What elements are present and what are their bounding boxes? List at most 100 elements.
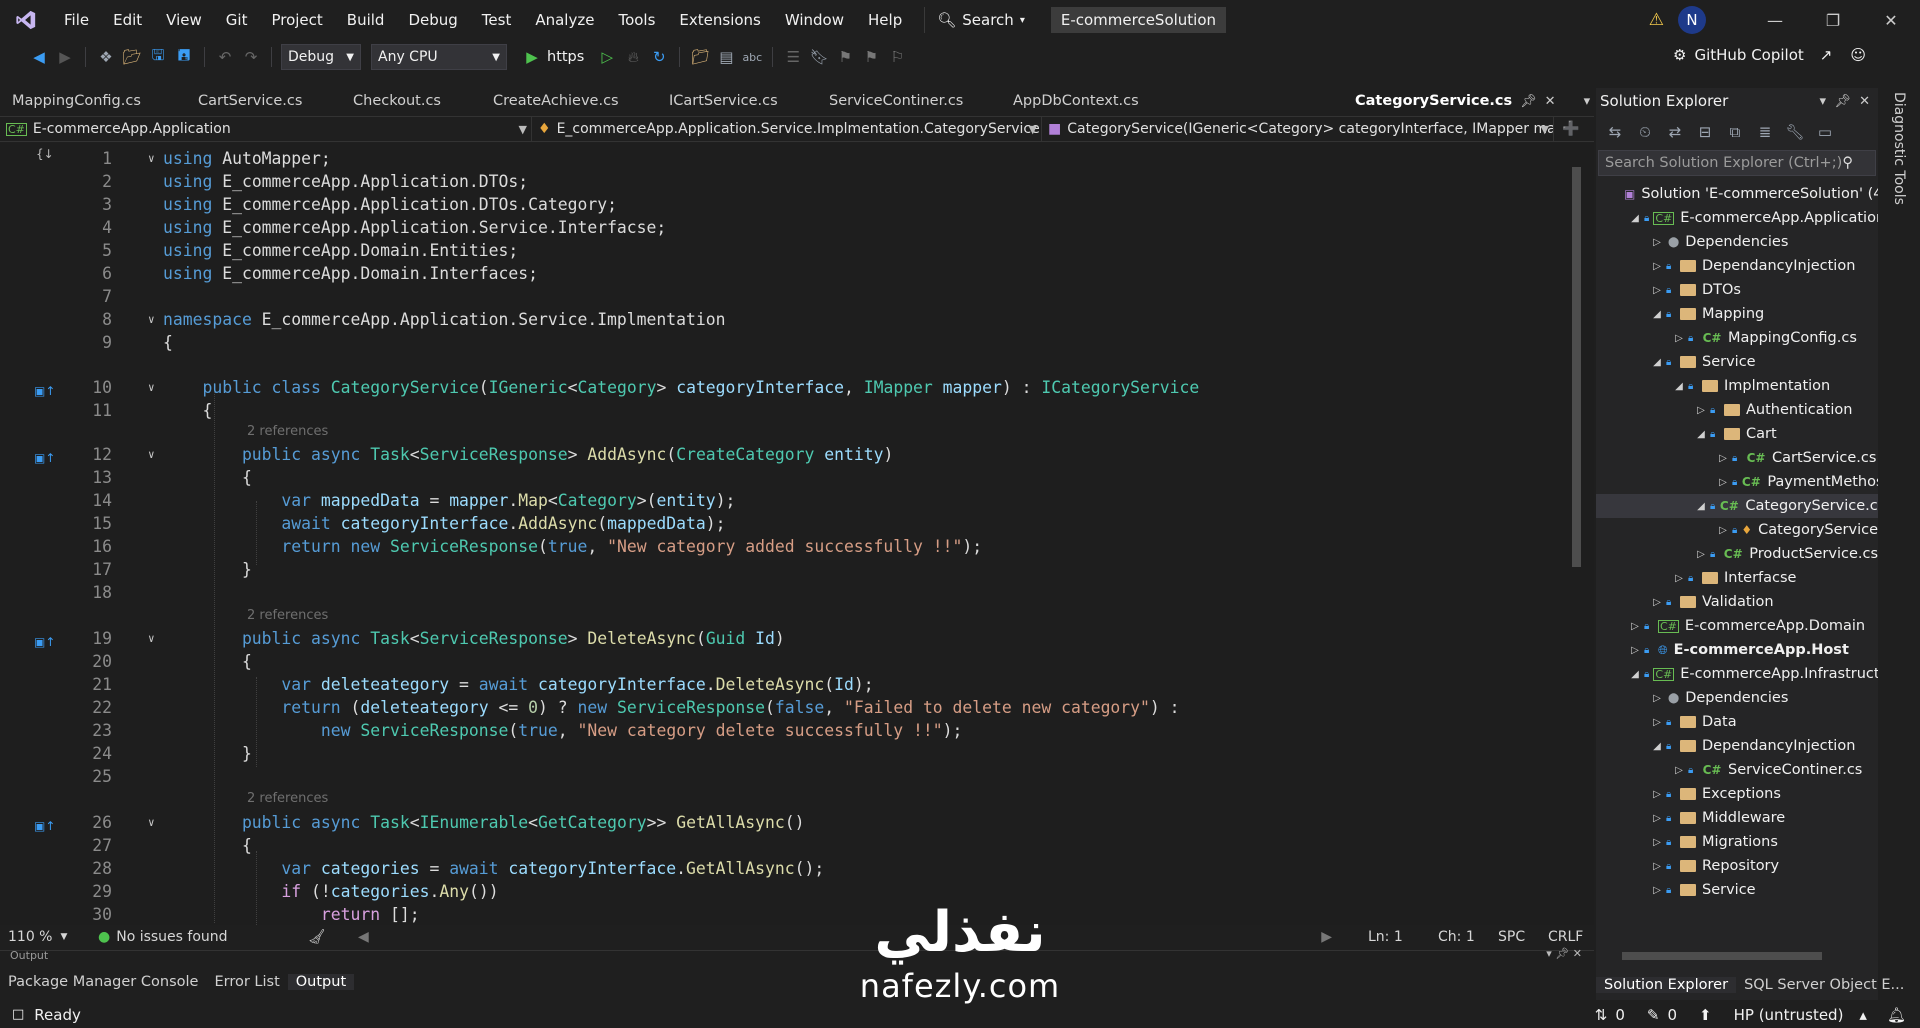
fold-chevron-icon[interactable]: ∨ <box>148 376 155 399</box>
expanded-chevron-icon[interactable]: ◢ <box>1650 741 1664 752</box>
tab-servicecontiner[interactable]: ServiceContiner.cs <box>817 88 1001 114</box>
repo-icon[interactable]: ⬆ <box>1699 1006 1712 1024</box>
fold-chevron-icon[interactable]: ∨ <box>148 308 155 331</box>
menu-project[interactable]: Project <box>259 0 334 40</box>
collapsed-chevron-icon[interactable]: ▷ <box>1650 717 1664 728</box>
tab-appdbcontext[interactable]: AppDbContext.cs <box>1001 88 1181 114</box>
search-box[interactable]: 🔍︎ Search ▾ <box>924 7 1037 33</box>
collapsed-chevron-icon[interactable]: ▷ <box>1650 285 1664 296</box>
code-line[interactable]: 17 } <box>0 558 1560 581</box>
menu-analyze[interactable]: Analyze <box>523 0 606 40</box>
diagnostic-tools-tab[interactable]: Diagnostic Tools <box>1891 92 1907 205</box>
solution-explorer-search-input[interactable]: Search Solution Explorer (Ctrl+;) ⚲ <box>1598 150 1876 176</box>
fold-chevron-icon[interactable]: ∨ <box>148 443 155 466</box>
code-line[interactable]: ▣↑ 12 ∨ public async Task<ServiceResponse>… <box>0 443 1560 466</box>
code-line[interactable]: 24 } <box>0 742 1560 765</box>
code-line[interactable]: 8 ∨ namespace E_commerceApp.Application.Se… <box>0 308 1560 331</box>
expanded-chevron-icon[interactable]: ◢ <box>1628 669 1642 680</box>
fold-chevron-icon[interactable]: ∨ <box>148 627 155 650</box>
fold-chevron-icon[interactable]: ∨ <box>148 147 155 170</box>
tab-icartservice[interactable]: ICartService.cs <box>657 88 817 114</box>
split-editor-icon[interactable]: ➕ <box>1562 121 1579 137</box>
collapsed-chevron-icon[interactable]: ▷ <box>1628 645 1642 656</box>
tree-node[interactable]: ◢ 🔒︎ Mapping <box>1596 302 1878 326</box>
code-cleanup-button[interactable]: 🧹︎ <box>300 926 350 948</box>
collapsed-chevron-icon[interactable]: ▷ <box>1628 621 1642 632</box>
collapsed-chevron-icon[interactable]: ▷ <box>1650 885 1664 896</box>
tree-node[interactable]: ▷ 🔒︎ Data <box>1596 710 1878 734</box>
column-indicator[interactable]: Ch: 1 <box>1430 926 1490 948</box>
whitespace-indicator[interactable]: SPC <box>1490 926 1540 948</box>
collapsed-chevron-icon[interactable]: ▷ <box>1716 525 1730 536</box>
code-line[interactable]: 4 using E_commerceApp.Application.Service… <box>0 216 1560 239</box>
tab-list-icon[interactable]: ▾ <box>1584 94 1591 109</box>
code-line[interactable]: 9{ <box>0 331 1560 354</box>
github-copilot-button[interactable]: ⚙ GitHub Copilot ↗ ☺ <box>1673 46 1866 64</box>
code-line[interactable]: 23 new ServiceResponse(true, "New catego… <box>0 719 1560 742</box>
menu-window[interactable]: Window <box>773 0 856 40</box>
code-line[interactable]: 30 return []; <box>0 903 1560 925</box>
menu-git[interactable]: Git <box>214 0 260 40</box>
close-tab-icon[interactable]: ✕ <box>1545 94 1556 109</box>
menu-debug[interactable]: Debug <box>396 0 469 40</box>
code-line[interactable]: 11 { <box>0 399 1560 422</box>
tree-node[interactable]: ▷ 🔒︎ C# ServiceContiner.cs <box>1596 758 1878 782</box>
code-line[interactable]: 14 var mappedData = mapper.Map<Category>… <box>0 489 1560 512</box>
code-line[interactable]: 5 using E_commerceApp.Domain.Entities; <box>0 239 1560 262</box>
expanded-chevron-icon[interactable]: ◢ <box>1672 381 1686 392</box>
visual-studio-logo-icon[interactable] <box>0 0 52 40</box>
tree-node[interactable]: ▷ 🔒︎ DTOs <box>1596 278 1878 302</box>
fold-chevron-icon[interactable]: ∨ <box>148 811 155 834</box>
collapsed-chevron-icon[interactable]: ▷ <box>1694 405 1708 416</box>
collapsed-chevron-icon[interactable]: ▷ <box>1650 861 1664 872</box>
tab-mappingconfig[interactable]: MappingConfig.cs <box>0 88 186 114</box>
tree-node[interactable]: ◢ 🔒︎ Implmentation <box>1596 374 1878 398</box>
properties-icon[interactable]: 🔧︎ <box>1784 121 1806 143</box>
code-line[interactable]: 25 <box>0 765 1560 788</box>
feedback-icon[interactable]: ☺ <box>1850 46 1866 64</box>
code-line[interactable]: ▣↑ 19 ∨ public async Task<ServiceResponse>… <box>0 627 1560 650</box>
implementation-gutter-icon[interactable]: ▣↑ <box>34 815 56 833</box>
tree-node[interactable]: ▷ 🔒︎ DependancyInjection <box>1596 254 1878 278</box>
tree-node[interactable]: ▷ 🔒︎ C# ProductService.cs <box>1596 542 1878 566</box>
code-line[interactable]: 2 using E_commerceApp.Application.DTOs; <box>0 170 1560 193</box>
warning-icon[interactable]: ⚠ <box>1649 10 1664 30</box>
project-dropdown[interactable]: C# E-commerceApp.Application ▼ <box>0 117 532 141</box>
line-ending-indicator[interactable]: CRLF <box>1540 926 1594 948</box>
tree-node[interactable]: ▣ Solution 'E-commerceSolution' (4 of <box>1596 182 1878 206</box>
minimize-button[interactable]: — <box>1746 0 1804 40</box>
forward-icon[interactable]: ▶ <box>54 46 76 68</box>
tree-node[interactable]: ◢ 🔒︎ DependancyInjection <box>1596 734 1878 758</box>
solution-name-badge[interactable]: E-commerceSolution <box>1050 7 1227 33</box>
menu-test[interactable]: Test <box>470 0 524 40</box>
new-project-icon[interactable]: ❖ <box>95 46 117 68</box>
share-icon[interactable]: ↗ <box>1820 46 1833 64</box>
tree-node[interactable]: ▷ 🔒︎ Authentication <box>1596 398 1878 422</box>
collapsed-chevron-icon[interactable]: ▷ <box>1650 597 1664 608</box>
history-icon[interactable]: ⏲ <box>1634 121 1656 143</box>
tree-node[interactable]: ◢ 🔒︎ Cart <box>1596 422 1878 446</box>
save-all-icon[interactable]: 🖪︎ <box>173 46 195 68</box>
collapsed-chevron-icon[interactable]: ▷ <box>1650 789 1664 800</box>
implementation-gutter-icon[interactable]: ▣↑ <box>34 380 56 398</box>
code-line[interactable]: 22 return (deleteategory <= 0) ? new Ser… <box>0 696 1560 719</box>
line-indicator[interactable]: Ln: 1 <box>1360 926 1430 948</box>
scrollbar-thumb[interactable] <box>1622 952 1822 960</box>
code-lens-references[interactable]: 2 references <box>247 791 328 809</box>
tree-node[interactable]: ◢ 🔒︎ C# CategoryService.cs <box>1596 494 1878 518</box>
start-without-debugging-icon[interactable]: ▷ <box>596 46 618 68</box>
horizontal-scroll-left-icon[interactable]: ◀ <box>350 926 377 948</box>
prev-bookmark-icon[interactable]: ⚑ <box>834 46 856 68</box>
collapsed-chevron-icon[interactable]: ▷ <box>1650 261 1664 272</box>
tab-error-list[interactable]: Error List <box>206 974 287 990</box>
tree-node[interactable]: ▷ 🔒︎ ♦ CategoryService <box>1596 518 1878 542</box>
horizontal-scroll-right-icon[interactable]: ▶ <box>1313 926 1340 948</box>
sync-with-document-icon[interactable]: ⇆ <box>1604 121 1626 143</box>
start-debugging-icon[interactable]: ▶ <box>521 46 543 68</box>
zoom-dropdown[interactable]: 110 % ▼ <box>0 926 90 948</box>
avatar[interactable]: N <box>1678 6 1706 34</box>
tree-node[interactable]: ▷ 🔒︎ C# E-commerceApp.Domain <box>1596 614 1878 638</box>
run-target-label[interactable]: https <box>547 49 584 65</box>
tree-node[interactable]: ◢ 🔒︎ C# E-commerceApp.Application <box>1596 206 1878 230</box>
code-line[interactable]: 1 ∨ using AutoMapper; <box>0 147 1560 170</box>
